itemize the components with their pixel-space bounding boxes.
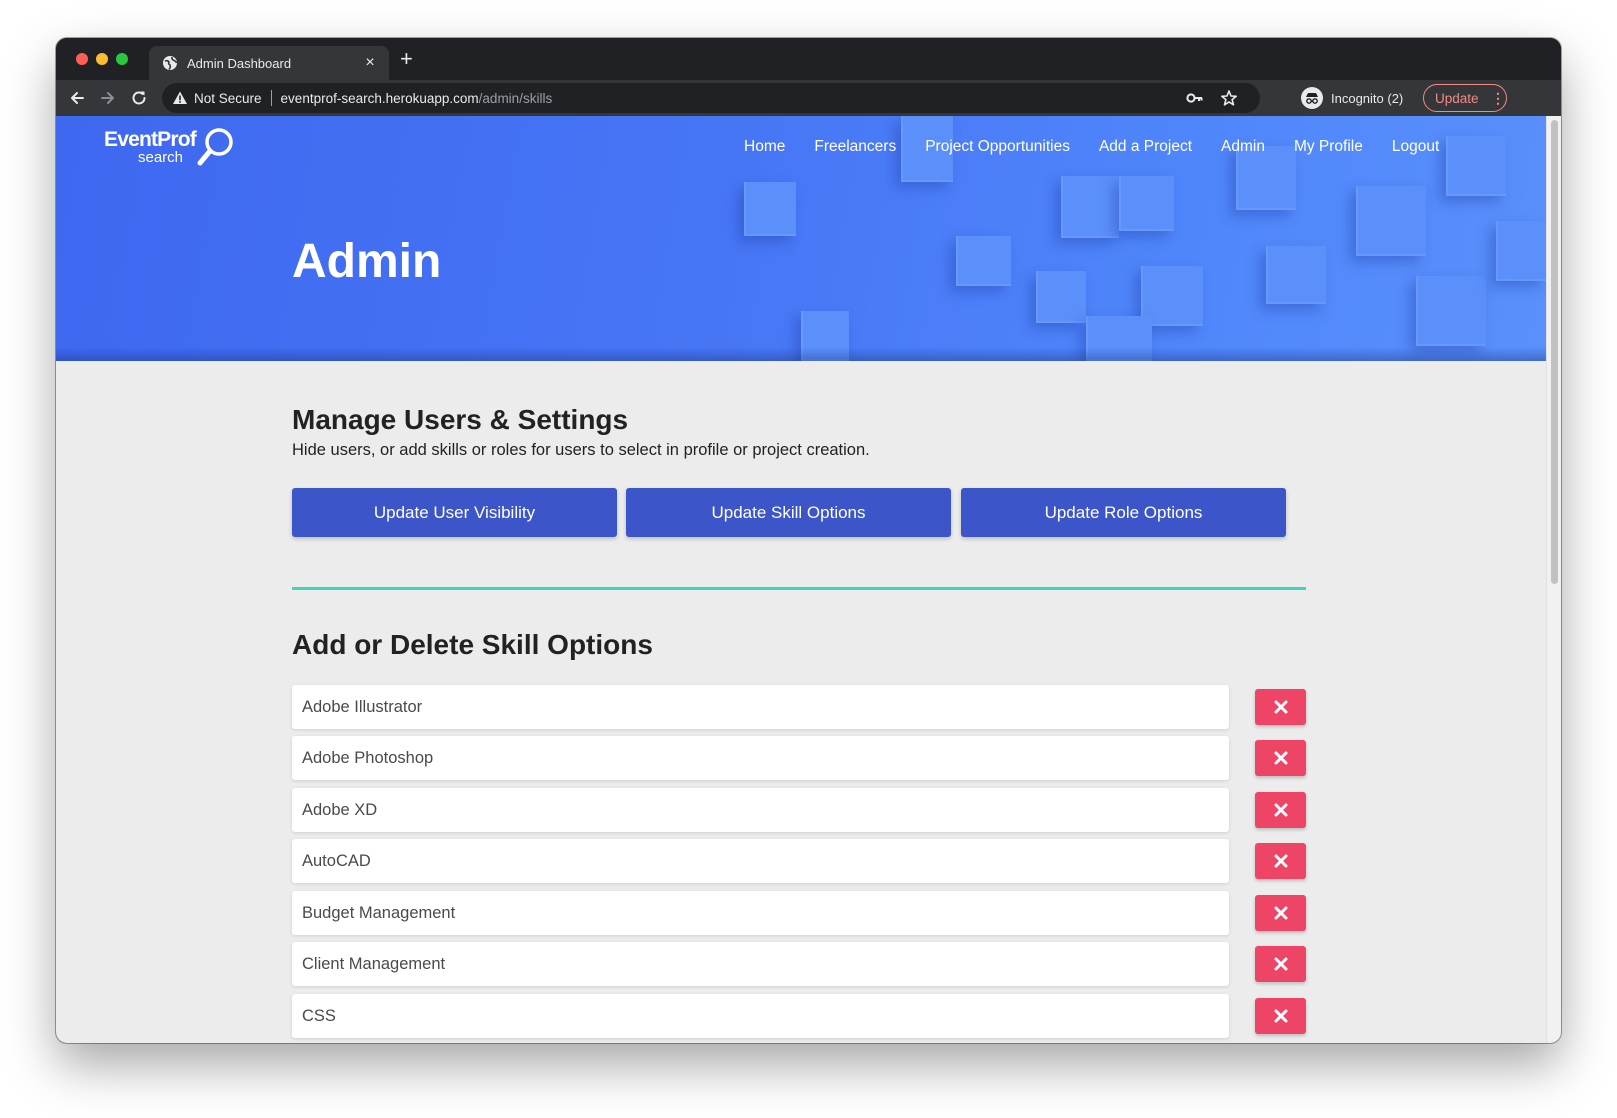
eventprof-logo[interactable]: EventProf search bbox=[104, 126, 239, 171]
skill-field[interactable]: Adobe XD bbox=[292, 788, 1229, 832]
close-window-button[interactable] bbox=[76, 53, 88, 65]
search-magnifier-icon bbox=[197, 128, 233, 166]
close-x-icon bbox=[1274, 803, 1287, 817]
delete-skill-button[interactable] bbox=[1255, 946, 1306, 982]
incognito-icon bbox=[1301, 87, 1323, 109]
update-skill-options-button[interactable]: Update Skill Options bbox=[626, 488, 951, 537]
nav-freelancers[interactable]: Freelancers bbox=[814, 138, 896, 156]
delete-skill-button[interactable] bbox=[1255, 689, 1306, 725]
back-button[interactable] bbox=[66, 87, 88, 109]
globe-icon bbox=[163, 56, 178, 70]
close-x-icon bbox=[1274, 957, 1287, 971]
decorative-cube bbox=[744, 182, 796, 236]
reload-button[interactable] bbox=[128, 87, 150, 109]
page-title: Admin bbox=[292, 235, 442, 288]
back-arrow-icon bbox=[71, 92, 84, 104]
url-host: eventprof-search.herokuapp.com bbox=[280, 90, 479, 106]
reload-icon bbox=[132, 91, 146, 105]
nav-admin[interactable]: Admin bbox=[1221, 138, 1265, 156]
warning-icon bbox=[173, 91, 187, 104]
close-x-icon bbox=[1274, 700, 1287, 714]
address-bar[interactable]: Not Secure eventprof-search.herokuapp.co… bbox=[162, 83, 1260, 113]
section-divider bbox=[292, 587, 1306, 590]
close-x-icon bbox=[1274, 854, 1287, 868]
tab-title: Admin Dashboard bbox=[187, 55, 292, 71]
new-tab-button[interactable]: + bbox=[400, 48, 413, 70]
page-scrollbar[interactable] bbox=[1546, 116, 1561, 1043]
nav-my-profile[interactable]: My Profile bbox=[1294, 138, 1363, 156]
forward-arrow-icon bbox=[101, 92, 114, 104]
decorative-cube bbox=[1119, 176, 1174, 231]
tab-strip: Admin Dashboard × + bbox=[56, 38, 1561, 80]
incognito-label: Incognito (2) bbox=[1331, 90, 1404, 106]
delete-skill-button[interactable] bbox=[1255, 895, 1306, 931]
update-user-visibility-button[interactable]: Update User Visibility bbox=[292, 488, 617, 537]
manage-section-description: Hide users, or add skills or roles for u… bbox=[292, 441, 870, 459]
browser-toolbar: Not Secure eventprof-search.herokuapp.co… bbox=[56, 80, 1561, 116]
minimize-window-button[interactable] bbox=[96, 53, 108, 65]
delete-skill-button[interactable] bbox=[1255, 998, 1306, 1034]
close-x-icon bbox=[1274, 751, 1287, 765]
update-role-options-button[interactable]: Update Role Options bbox=[961, 488, 1286, 537]
security-status[interactable]: Not Secure bbox=[194, 91, 262, 106]
key-icon[interactable] bbox=[1186, 90, 1204, 106]
close-x-icon bbox=[1274, 906, 1287, 920]
forward-button[interactable] bbox=[97, 87, 119, 109]
close-x-icon bbox=[1274, 1009, 1287, 1023]
url-path: /admin/skills bbox=[478, 90, 553, 106]
update-label: Update bbox=[1435, 90, 1479, 106]
main-nav: Home Freelancers Project Opportunities A… bbox=[744, 138, 1468, 156]
star-icon[interactable] bbox=[1220, 89, 1238, 107]
page-viewport: EventProf search Home Freelancers Projec… bbox=[56, 116, 1561, 1043]
tab-admin-dashboard[interactable]: Admin Dashboard × bbox=[149, 46, 389, 80]
maximize-window-button[interactable] bbox=[116, 53, 128, 65]
hero-banner: EventProf search Home Freelancers Projec… bbox=[56, 116, 1546, 361]
skill-field[interactable]: Adobe Illustrator bbox=[292, 685, 1229, 729]
hero-bottom-shade bbox=[56, 347, 1546, 361]
decorative-cube bbox=[1036, 271, 1086, 323]
skill-field[interactable]: Budget Management bbox=[292, 891, 1229, 935]
manage-section-title: Manage Users & Settings bbox=[292, 404, 629, 435]
nav-logout[interactable]: Logout bbox=[1392, 138, 1439, 156]
decorative-cube bbox=[1496, 221, 1546, 281]
scrollbar-thumb[interactable] bbox=[1551, 120, 1558, 584]
decorative-cube bbox=[1061, 176, 1119, 238]
nav-add-a-project[interactable]: Add a Project bbox=[1099, 138, 1192, 156]
logo-subtitle: search bbox=[138, 149, 184, 166]
delete-skill-button[interactable] bbox=[1255, 740, 1306, 776]
nav-project-opportunities[interactable]: Project Opportunities bbox=[925, 138, 1070, 156]
incognito-indicator[interactable]: Incognito (2) bbox=[1301, 85, 1403, 111]
delete-skill-button[interactable] bbox=[1255, 843, 1306, 879]
browser-menu-icon[interactable]: ⋮ bbox=[1490, 90, 1506, 107]
skills-section-title: Add or Delete Skill Options bbox=[292, 629, 653, 660]
skill-field[interactable]: Adobe Photoshop bbox=[292, 736, 1229, 780]
decorative-cube bbox=[1356, 186, 1426, 256]
delete-skill-button[interactable] bbox=[1255, 792, 1306, 828]
skill-field[interactable]: CSS bbox=[292, 994, 1229, 1038]
nav-home[interactable]: Home bbox=[744, 138, 785, 156]
skill-field[interactable]: Client Management bbox=[292, 942, 1229, 986]
browser-window: Admin Dashboard × + Not Secure eventprof… bbox=[56, 38, 1561, 1043]
decorative-cube bbox=[1266, 246, 1326, 304]
update-button[interactable]: Update ⋮ bbox=[1423, 84, 1507, 112]
decorative-cube bbox=[1416, 276, 1486, 346]
close-tab-icon[interactable]: × bbox=[361, 54, 379, 72]
skill-field[interactable]: AutoCAD bbox=[292, 839, 1229, 883]
omnibox-divider bbox=[270, 90, 272, 106]
decorative-cube bbox=[956, 236, 1011, 286]
